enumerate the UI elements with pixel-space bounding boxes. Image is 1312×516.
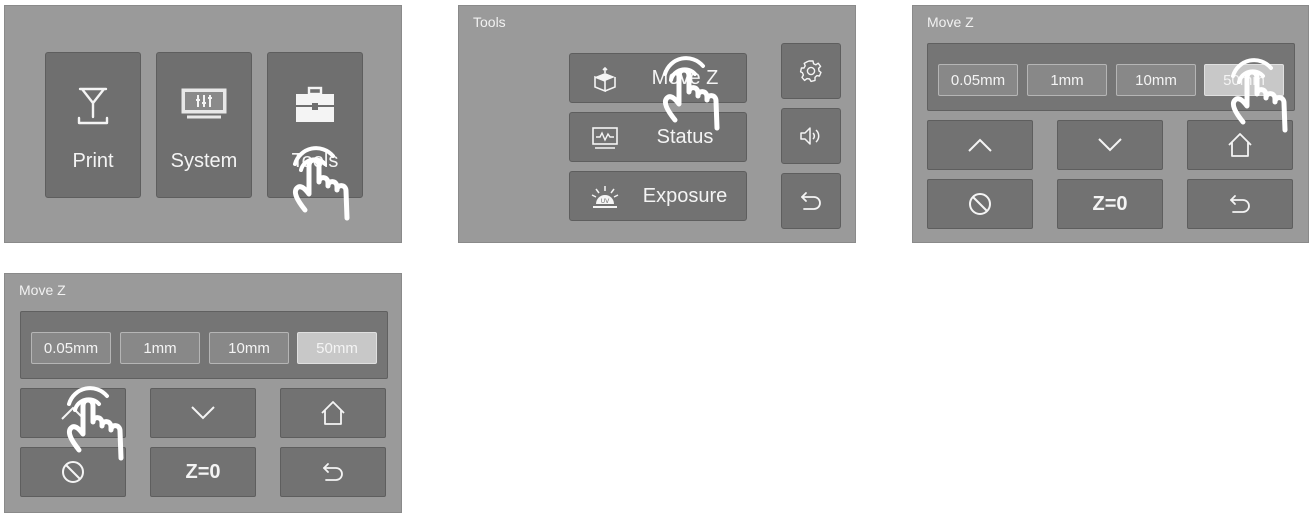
monitor-wave-icon: [592, 127, 618, 149]
step-selector: 0.05mm 1mm 10mm 50mm: [20, 311, 388, 379]
step-1mm[interactable]: 1mm: [1027, 64, 1107, 96]
print-label: Print: [72, 150, 114, 172]
back-icon: [801, 192, 821, 210]
box-move-icon: [594, 66, 616, 92]
step-0-05mm[interactable]: 0.05mm: [938, 64, 1018, 96]
down-button[interactable]: [1057, 120, 1163, 170]
tap-hand-icon: [657, 56, 737, 136]
move-z-screen-2: Move Z 0.05mm 1mm 10mm 50mm Z=0: [4, 273, 402, 513]
print-tile[interactable]: Print: [45, 52, 141, 198]
toolbox-icon: [268, 85, 362, 125]
step-10mm[interactable]: 10mm: [1116, 64, 1196, 96]
step-1mm[interactable]: 1mm: [120, 332, 200, 364]
back-icon: [323, 463, 343, 481]
tap-hand-icon: [287, 146, 367, 226]
screen-title: Move Z: [19, 282, 66, 298]
move-z-screen-1: Move Z 0.05mm 1mm 10mm 50mm Z=0: [912, 5, 1309, 243]
step-50mm[interactable]: 50mm: [297, 332, 377, 364]
system-label: System: [170, 150, 238, 172]
sound-button[interactable]: [781, 108, 841, 164]
exposure-label: Exposure: [642, 184, 728, 207]
back-button[interactable]: [781, 173, 841, 229]
home-button[interactable]: [280, 388, 386, 438]
settings-button[interactable]: [781, 43, 841, 99]
exposure-button[interactable]: UV Exposure: [569, 171, 747, 221]
back-icon: [1230, 195, 1250, 213]
back-button[interactable]: [1187, 179, 1293, 229]
tap-hand-icon: [61, 386, 141, 466]
chevron-up-icon: [968, 138, 992, 152]
svg-text:UV: UV: [601, 198, 610, 205]
up-button[interactable]: [927, 120, 1033, 170]
stop-icon: [969, 193, 991, 215]
system-icon: [157, 85, 251, 125]
screen-title: Move Z: [927, 14, 974, 30]
speaker-icon: [800, 127, 820, 145]
back-button[interactable]: [280, 447, 386, 497]
step-10mm[interactable]: 10mm: [209, 332, 289, 364]
main-menu-screen: Print System Tools: [4, 5, 402, 243]
screen-title: Tools: [473, 14, 506, 30]
tools-screen: Tools Move Z Status UV Exposure: [458, 5, 856, 243]
home-icon: [321, 401, 345, 425]
down-button[interactable]: [150, 388, 256, 438]
system-tile[interactable]: System: [156, 52, 252, 198]
tap-hand-icon: [1225, 58, 1305, 138]
uv-lamp-icon: UV: [591, 186, 619, 208]
chevron-down-icon: [191, 406, 215, 420]
print-icon: [46, 85, 140, 125]
gear-icon: [799, 60, 822, 83]
chevron-down-icon: [1098, 138, 1122, 152]
z-zero-button[interactable]: Z=0: [1057, 179, 1163, 229]
z-zero-button[interactable]: Z=0: [150, 447, 256, 497]
step-0-05mm[interactable]: 0.05mm: [31, 332, 111, 364]
stop-button[interactable]: [927, 179, 1033, 229]
